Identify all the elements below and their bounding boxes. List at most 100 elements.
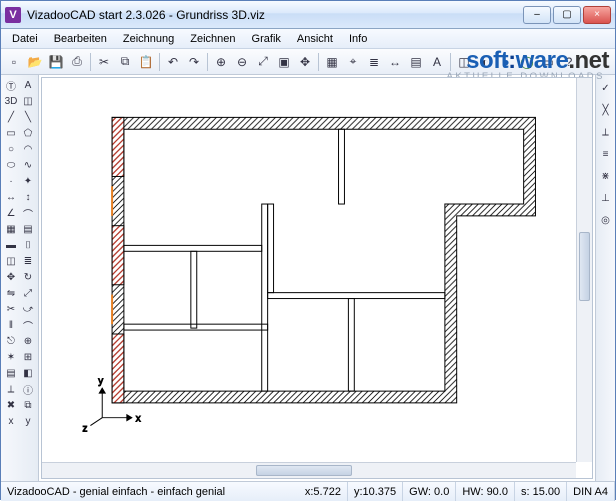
spline-tool[interactable]: ∿ <box>20 157 36 173</box>
rotate-tool[interactable]: ↻ <box>20 269 36 285</box>
rect-button[interactable]: ▭ <box>538 52 558 72</box>
scale-tool[interactable]: ⤢ <box>20 285 36 301</box>
rect-tool[interactable]: ▭ <box>3 125 19 141</box>
fillet-tool[interactable]: ⌒ <box>20 317 36 333</box>
maximize-button[interactable]: ▢ <box>553 6 581 24</box>
dim-a-tool[interactable]: ∠ <box>3 205 19 221</box>
main-toolbar: ▫📂💾⎙✂⧉📋↶↷⊕⊖⤢▣✥▦⌖≣↔▤A◫◐●◯▭? soft:ware.net… <box>1 49 615 75</box>
ortho-button[interactable]: ╳ <box>598 101 614 119</box>
axis-x-tool[interactable]: x <box>3 413 19 429</box>
horizontal-scrollbar[interactable] <box>42 462 576 478</box>
cut-button[interactable]: ✂ <box>94 52 114 72</box>
grid-button[interactable]: ▦ <box>322 52 342 72</box>
offset-tool[interactable]: ‖ <box>3 317 19 333</box>
snap-cen-button[interactable]: ◎ <box>598 211 614 229</box>
drawing-canvas[interactable]: x y z <box>42 78 576 462</box>
snap-mid-button[interactable]: ≡ <box>598 145 614 163</box>
point-tool[interactable]: · <box>3 173 19 189</box>
zoom-out-button[interactable]: ⊖ <box>232 52 252 72</box>
hatch-tool[interactable]: ▦ <box>3 221 19 237</box>
copy-button[interactable]: ⧉ <box>115 52 135 72</box>
arc-tool[interactable]: ◠ <box>20 141 36 157</box>
paste-button[interactable]: 📋 <box>136 52 156 72</box>
menu-grafik[interactable]: Grafik <box>245 31 288 47</box>
print-button[interactable]: ⎙ <box>67 52 87 72</box>
break-tool[interactable]: ⎋ <box>3 333 19 349</box>
axis-y-label: y <box>98 376 103 387</box>
minimize-button[interactable]: – <box>523 6 551 24</box>
dim-button[interactable]: ↔ <box>385 52 405 72</box>
move-tool[interactable]: ✥ <box>3 269 19 285</box>
circle-b-button[interactable]: ● <box>496 52 516 72</box>
snap-int-button[interactable]: ⋇ <box>598 167 614 185</box>
measure-tool[interactable]: ⟂ <box>3 381 19 397</box>
zoom-fit-button[interactable]: ⤢ <box>253 52 273 72</box>
join-tool[interactable]: ⊕ <box>20 333 36 349</box>
color-t-tool[interactable]: ◧ <box>20 365 36 381</box>
new-button[interactable]: ▫ <box>4 52 24 72</box>
zoom-window-button[interactable]: ▣ <box>274 52 294 72</box>
status-x: x:5.722 <box>299 482 348 501</box>
layer-t-tool[interactable]: ▤ <box>3 365 19 381</box>
hatch-button[interactable]: ▤ <box>406 52 426 72</box>
menubar: Datei Bearbeiten Zeichnung Zeichnen Graf… <box>1 29 615 49</box>
menu-zeichnung[interactable]: Zeichnung <box>116 31 181 47</box>
open-button[interactable]: 📂 <box>25 52 45 72</box>
info-tool[interactable]: ⓘ <box>20 381 36 397</box>
check-button[interactable]: ✓ <box>598 79 614 97</box>
select-tool[interactable]: Ⓣ <box>3 77 19 93</box>
group-tool[interactable]: ⊞ <box>20 349 36 365</box>
titlebar[interactable]: V VizadooCAD start 2.3.026 - Grundriss 3… <box>1 1 615 29</box>
circle-tool[interactable]: ○ <box>3 141 19 157</box>
stair-tool[interactable]: ≣ <box>20 253 36 269</box>
window-title: VizadooCAD start 2.3.026 - Grundriss 3D.… <box>27 8 523 22</box>
polyline-tool[interactable]: ╲ <box>20 109 36 125</box>
erase-tool[interactable]: ✖ <box>3 397 19 413</box>
close-button[interactable]: × <box>583 6 611 24</box>
floorplan-svg: x y z <box>42 78 576 462</box>
snap-perp-button[interactable]: ⊥ <box>598 189 614 207</box>
redo-button[interactable]: ↷ <box>184 52 204 72</box>
status-gw: GW: 0.0 <box>403 482 456 501</box>
snap-button[interactable]: ⌖ <box>343 52 363 72</box>
wall-tool[interactable]: ▬ <box>3 237 19 253</box>
fill-tool[interactable]: ▤ <box>20 221 36 237</box>
dim-r-tool[interactable]: ⌒ <box>20 205 36 221</box>
menu-info[interactable]: Info <box>342 31 374 47</box>
3d-button[interactable]: ◫ <box>454 52 474 72</box>
layer-button[interactable]: ≣ <box>364 52 384 72</box>
axis-y-tool[interactable]: y <box>20 413 36 429</box>
marker-tool[interactable]: ✦ <box>20 173 36 189</box>
pan-button[interactable]: ✥ <box>295 52 315 72</box>
3d-view-tool[interactable]: 3D <box>3 93 19 109</box>
copy-t-tool[interactable]: ⧉ <box>20 397 36 413</box>
extend-tool[interactable]: ⤻ <box>20 301 36 317</box>
menu-zeichnen[interactable]: Zeichnen <box>183 31 242 47</box>
trim-tool[interactable]: ✂ <box>3 301 19 317</box>
vertical-scrollbar[interactable] <box>576 78 592 462</box>
snap-end-button[interactable]: ⟂ <box>598 123 614 141</box>
canvas-frame: x y z <box>41 77 593 479</box>
dim-v-tool[interactable]: ↕ <box>20 189 36 205</box>
circle-g-button[interactable]: ◯ <box>517 52 537 72</box>
axis-x-label: x <box>136 414 141 425</box>
dim-h-tool[interactable]: ↔ <box>3 189 19 205</box>
menu-bearbeiten[interactable]: Bearbeiten <box>47 31 114 47</box>
window-tool[interactable]: ◫ <box>3 253 19 269</box>
save-button[interactable]: 💾 <box>46 52 66 72</box>
door-tool[interactable]: ⌷ <box>20 237 36 253</box>
line-tool[interactable]: ╱ <box>3 109 19 125</box>
polygon-tool[interactable]: ⬠ <box>20 125 36 141</box>
help-button[interactable]: ? <box>559 52 579 72</box>
menu-ansicht[interactable]: Ansicht <box>290 31 340 47</box>
zoom-in-button[interactable]: ⊕ <box>211 52 231 72</box>
text-tool-tool[interactable]: A <box>20 77 36 93</box>
iso-view-tool[interactable]: ◫ <box>20 93 36 109</box>
mirror-tool[interactable]: ⇋ <box>3 285 19 301</box>
explode-tool[interactable]: ✶ <box>3 349 19 365</box>
menu-datei[interactable]: Datei <box>5 31 45 47</box>
text-button[interactable]: A <box>427 52 447 72</box>
render-button[interactable]: ◐ <box>475 52 495 72</box>
ellipse-tool[interactable]: ⬭ <box>3 157 19 173</box>
undo-button[interactable]: ↶ <box>163 52 183 72</box>
